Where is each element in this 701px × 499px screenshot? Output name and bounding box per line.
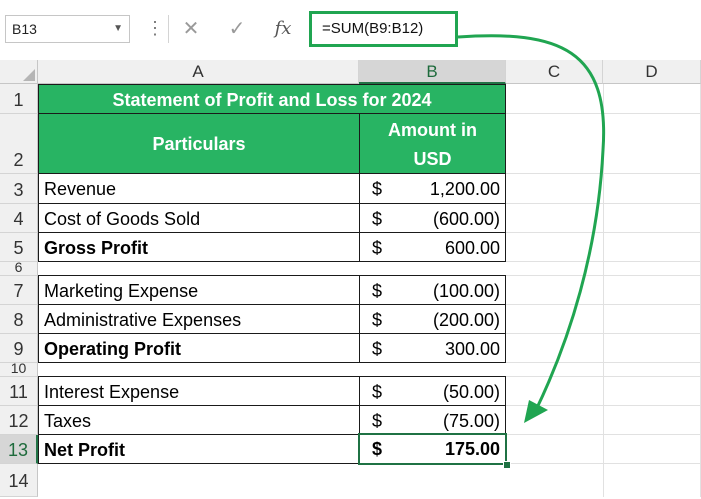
- annotation-arrow: [457, 34, 606, 423]
- annotation-arrow-line: [457, 34, 606, 413]
- annotation-arrow-head: [524, 400, 548, 423]
